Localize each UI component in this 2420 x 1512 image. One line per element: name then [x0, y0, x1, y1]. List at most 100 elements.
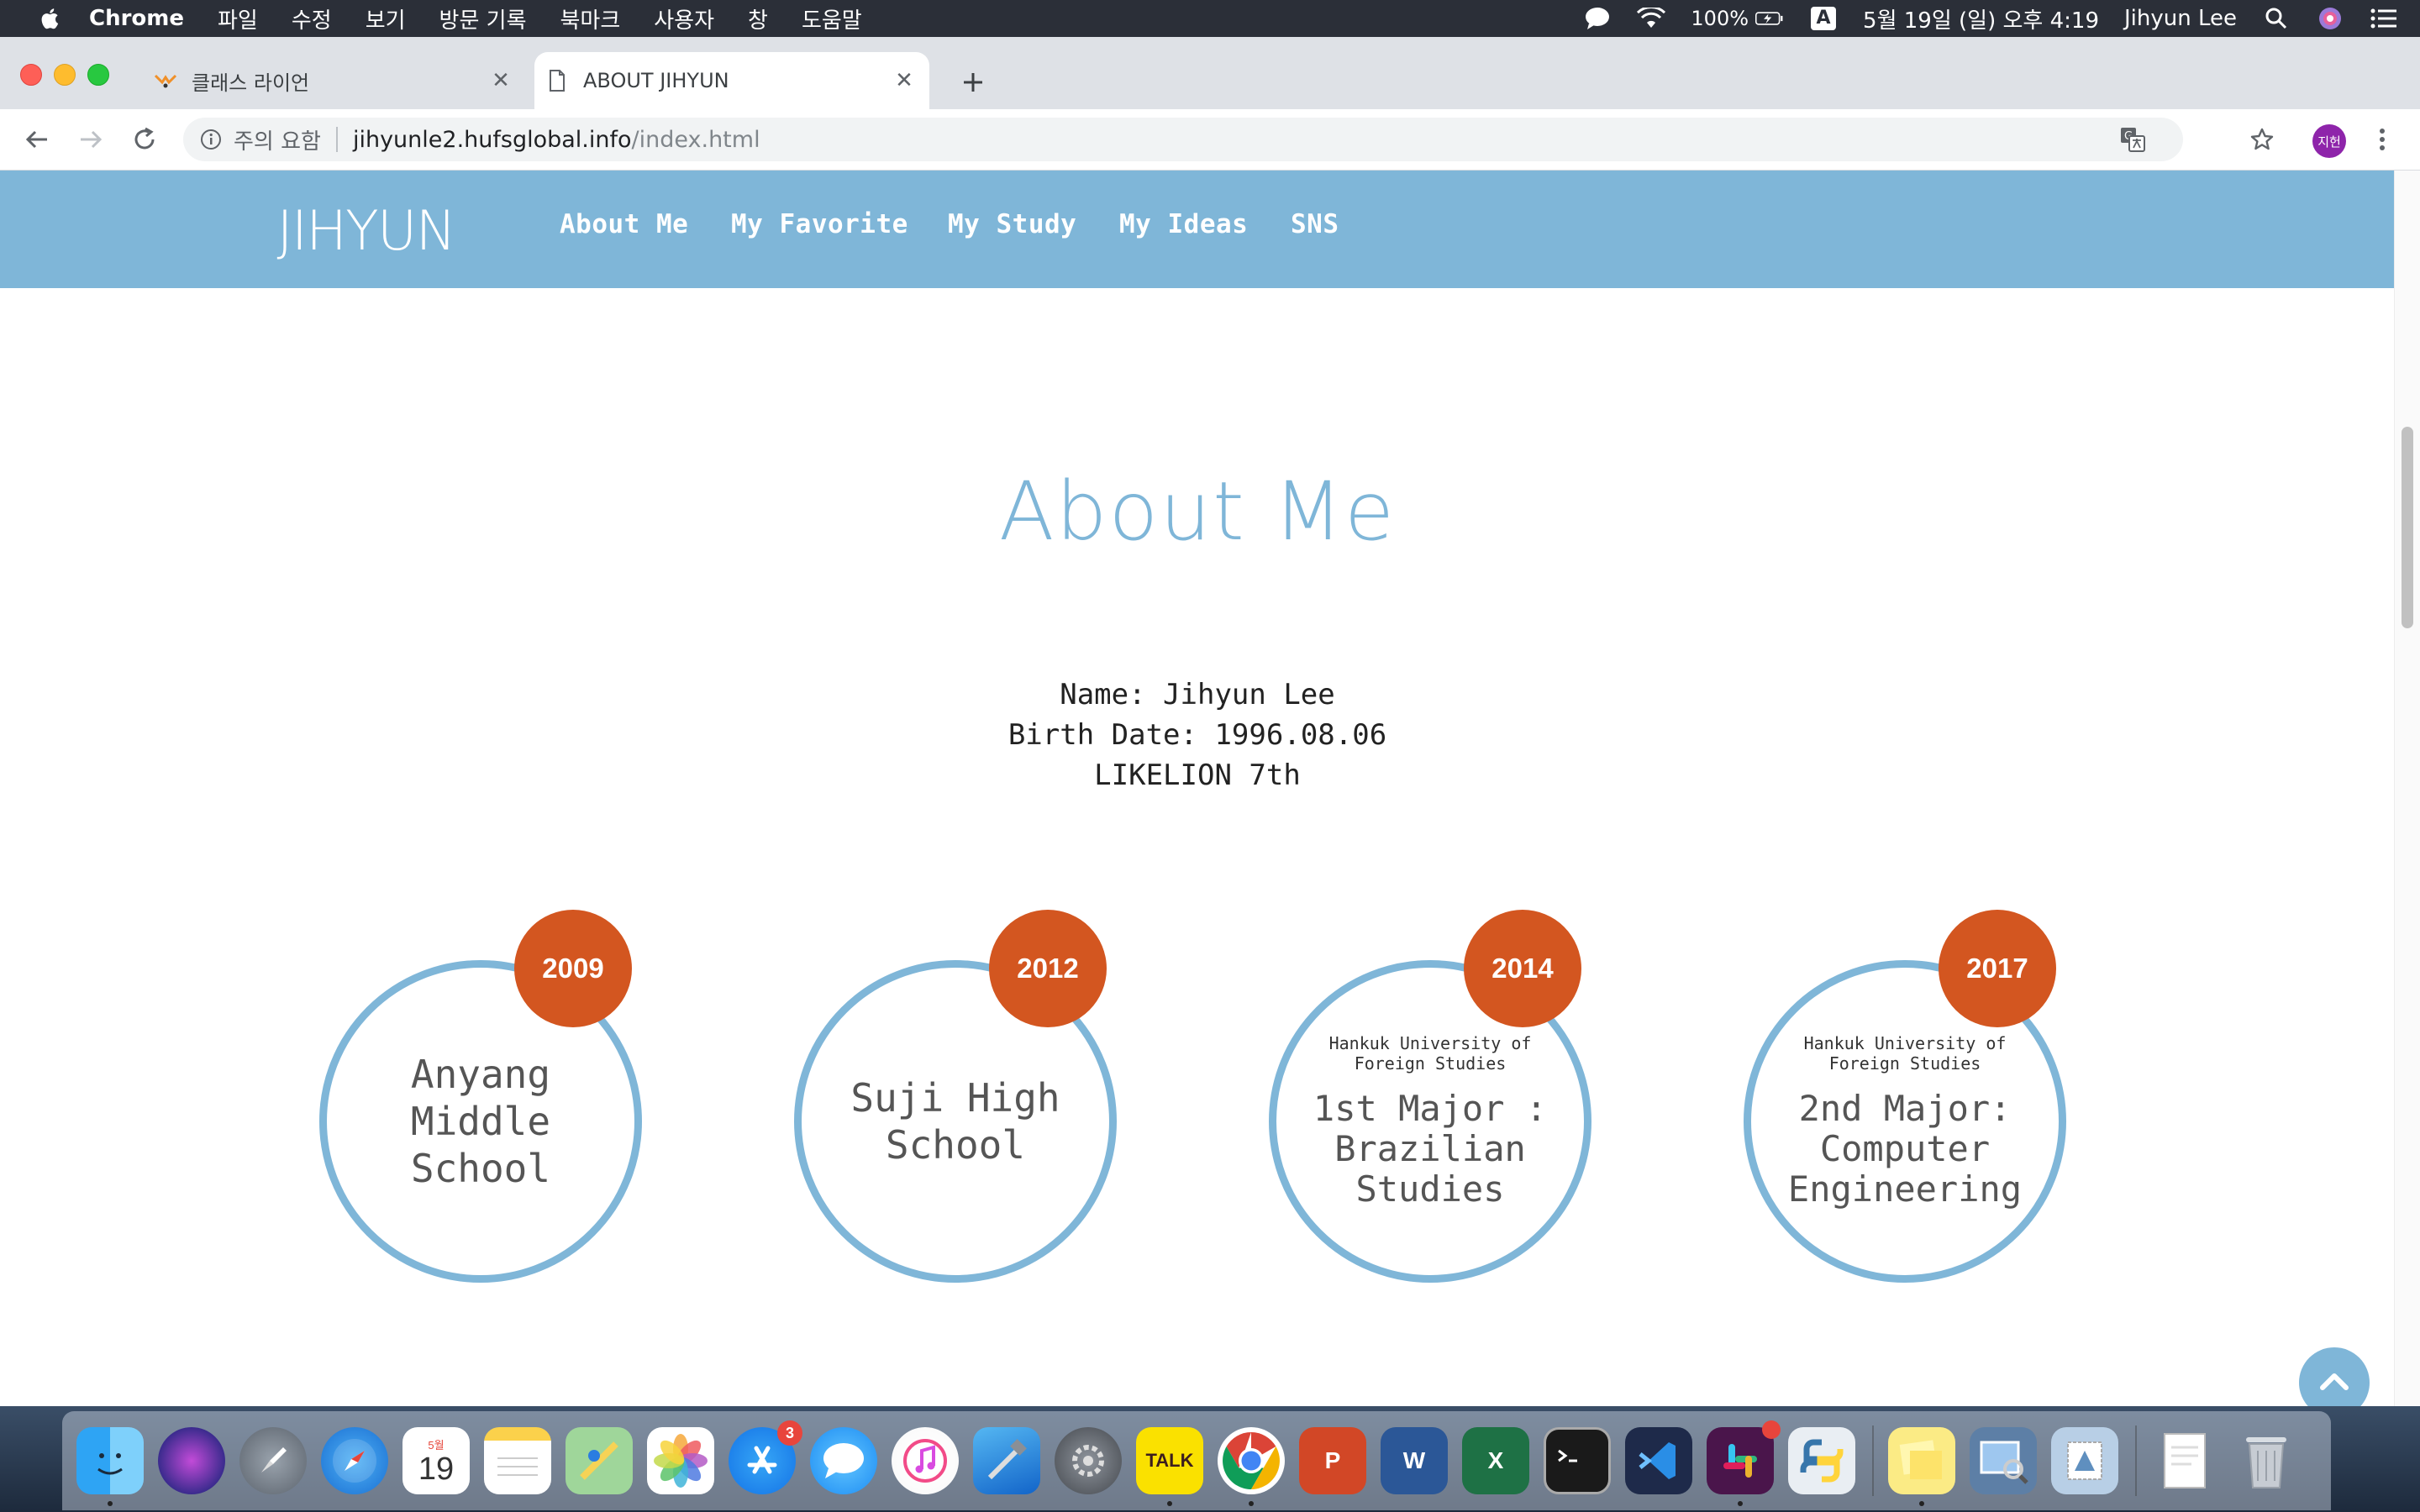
- info-icon[interactable]: [198, 127, 224, 152]
- nav-my-study[interactable]: My Study: [948, 209, 1076, 239]
- more-vert-icon[interactable]: [2370, 123, 2395, 156]
- kakaotalk-icon[interactable]: TALK: [1136, 1427, 1203, 1506]
- kakaotalk-label: TALK: [1145, 1450, 1194, 1471]
- tab-strip: 클래스 라이언 ✕ ABOUT JIHYUN ✕: [0, 37, 2420, 109]
- window-close-button[interactable]: [20, 64, 42, 86]
- word-letter: W: [1402, 1447, 1426, 1473]
- forward-arrow-icon[interactable]: [74, 123, 108, 156]
- browser-toolbar: 주의 요함 jihyunle2.hufsglobal.info/index.ht…: [0, 109, 2420, 171]
- tab-class-lion[interactable]: 클래스 라이언 ✕: [143, 52, 526, 109]
- vscode-icon[interactable]: [1625, 1427, 1692, 1494]
- site-navbar: JIHYUN About Me My Favorite My Study My …: [0, 171, 2395, 288]
- menu-help[interactable]: 도움말: [802, 3, 862, 34]
- notification-center-icon[interactable]: [2370, 6, 2398, 31]
- menubar-clock[interactable]: 5월 19일 (일) 오후 4:19: [1863, 3, 2099, 34]
- safari-compass-icon[interactable]: [321, 1427, 388, 1494]
- tab-close-icon[interactable]: ✕: [487, 67, 514, 94]
- notes-icon[interactable]: [484, 1427, 551, 1494]
- menubar-user[interactable]: Jihyun Lee: [2124, 6, 2237, 31]
- menu-edit[interactable]: 수정: [292, 3, 332, 34]
- excel-icon[interactable]: X: [1462, 1427, 1529, 1494]
- lion-favicon-icon: [153, 68, 178, 93]
- calendar-icon[interactable]: 5월 19: [402, 1427, 470, 1494]
- school-name: 1st Major : Brazilian Studies: [1313, 1089, 1547, 1210]
- school-name-line: Studies: [1355, 1168, 1505, 1210]
- mail-stamp-icon[interactable]: [2051, 1427, 2118, 1494]
- window-zoom-button[interactable]: [87, 64, 109, 86]
- tab-title: 클래스 라이언: [192, 71, 310, 95]
- address-bar[interactable]: 주의 요함 jihyunle2.hufsglobal.info/index.ht…: [183, 118, 2183, 161]
- profile-avatar[interactable]: 지헌: [2312, 124, 2346, 158]
- maps-icon[interactable]: [566, 1427, 633, 1494]
- profile-name: Name: Jihyun Lee: [1060, 678, 1335, 711]
- menu-bookmarks[interactable]: 북마크: [560, 3, 621, 34]
- nav-my-ideas[interactable]: My Ideas: [1119, 209, 1248, 239]
- battery-charging-icon[interactable]: [1755, 6, 1784, 31]
- school-name-line: Engineering: [1787, 1168, 2023, 1210]
- calendar-month: 5월: [428, 1438, 445, 1452]
- powerpoint-icon[interactable]: P: [1299, 1427, 1366, 1494]
- nav-sns[interactable]: SNS: [1291, 209, 1339, 239]
- bookmark-star-icon[interactable]: [2245, 123, 2279, 156]
- preview-icon[interactable]: [1970, 1427, 2037, 1494]
- page-viewport: JIHYUN About Me My Favorite My Study My …: [0, 171, 2420, 1406]
- trash-icon[interactable]: [2233, 1427, 2300, 1494]
- siri-icon[interactable]: [2316, 6, 2344, 31]
- year-badge: 2017: [1939, 910, 2056, 1027]
- photos-icon[interactable]: [647, 1427, 714, 1494]
- slack-icon[interactable]: [1707, 1420, 1781, 1506]
- school-name-line: Anyang: [410, 1052, 551, 1097]
- excel-letter: X: [1487, 1447, 1504, 1473]
- tab-close-icon[interactable]: ✕: [891, 67, 918, 94]
- spotlight-search-icon[interactable]: [2262, 6, 2291, 31]
- terminal-icon[interactable]: [1544, 1427, 1611, 1494]
- stickies-icon[interactable]: [1888, 1427, 1955, 1506]
- page-scrollbar[interactable]: [2394, 171, 2420, 1406]
- nav-about-me[interactable]: About Me: [560, 209, 688, 239]
- siri-icon[interactable]: [158, 1427, 225, 1494]
- timeline-item-2012: Suji High School 2012: [769, 910, 1139, 1283]
- calendar-day: 19: [418, 1451, 455, 1487]
- launchpad-rocket-icon[interactable]: [239, 1427, 307, 1494]
- menu-file[interactable]: 파일: [218, 3, 258, 34]
- profile-info: Name: Jihyun Lee Birth Date: 1996.08.06 …: [0, 675, 2395, 795]
- apple-icon[interactable]: [32, 6, 66, 31]
- app-store-icon[interactable]: 3: [729, 1420, 802, 1494]
- python-launcher-icon[interactable]: [1788, 1427, 1855, 1494]
- menu-window[interactable]: 창: [748, 3, 768, 34]
- messages-icon[interactable]: [810, 1427, 877, 1494]
- scrollbar-thumb[interactable]: [2402, 427, 2413, 628]
- word-icon[interactable]: W: [1381, 1427, 1448, 1494]
- site-logo[interactable]: JIHYUN: [262, 202, 497, 261]
- back-arrow-icon[interactable]: [20, 123, 54, 156]
- reload-icon[interactable]: [128, 123, 161, 156]
- menu-app-name[interactable]: Chrome: [89, 6, 184, 31]
- system-preferences-gear-icon[interactable]: [1055, 1427, 1122, 1494]
- messages-status-icon[interactable]: [1583, 6, 1612, 31]
- school-name-line: Brazilian: [1334, 1128, 1526, 1169]
- window-minimize-button[interactable]: [54, 64, 76, 86]
- itunes-icon[interactable]: [892, 1427, 959, 1494]
- tab-about-jihyun[interactable]: ABOUT JIHYUN ✕: [534, 52, 929, 109]
- security-warning-label[interactable]: 주의 요함: [234, 124, 321, 155]
- omnibox-divider: [335, 127, 338, 152]
- xcode-hammer-icon[interactable]: [973, 1427, 1040, 1494]
- dock-divider: [1872, 1425, 1874, 1496]
- documents-folder-icon[interactable]: [2151, 1427, 2218, 1494]
- nav-my-favorite[interactable]: My Favorite: [731, 209, 908, 239]
- menu-history[interactable]: 방문 기록: [439, 3, 527, 34]
- new-tab-button[interactable]: [956, 66, 990, 99]
- finder-icon[interactable]: [76, 1427, 144, 1506]
- url-path: /index.html: [631, 126, 760, 153]
- powerpoint-letter: P: [1324, 1447, 1341, 1473]
- chrome-icon[interactable]: [1218, 1427, 1285, 1506]
- year-badge: 2014: [1464, 910, 1581, 1027]
- site-logo-text: JIHYUN: [277, 202, 455, 261]
- menu-people[interactable]: 사용자: [654, 3, 714, 34]
- translate-icon[interactable]: G: [2118, 124, 2148, 155]
- university-name: Hankuk University of Foreign Studies: [1803, 1033, 2007, 1074]
- dock-divider: [2135, 1425, 2137, 1496]
- input-source-icon[interactable]: A: [1809, 6, 1838, 31]
- wifi-icon[interactable]: [1637, 6, 1666, 31]
- menu-view[interactable]: 보기: [366, 3, 406, 34]
